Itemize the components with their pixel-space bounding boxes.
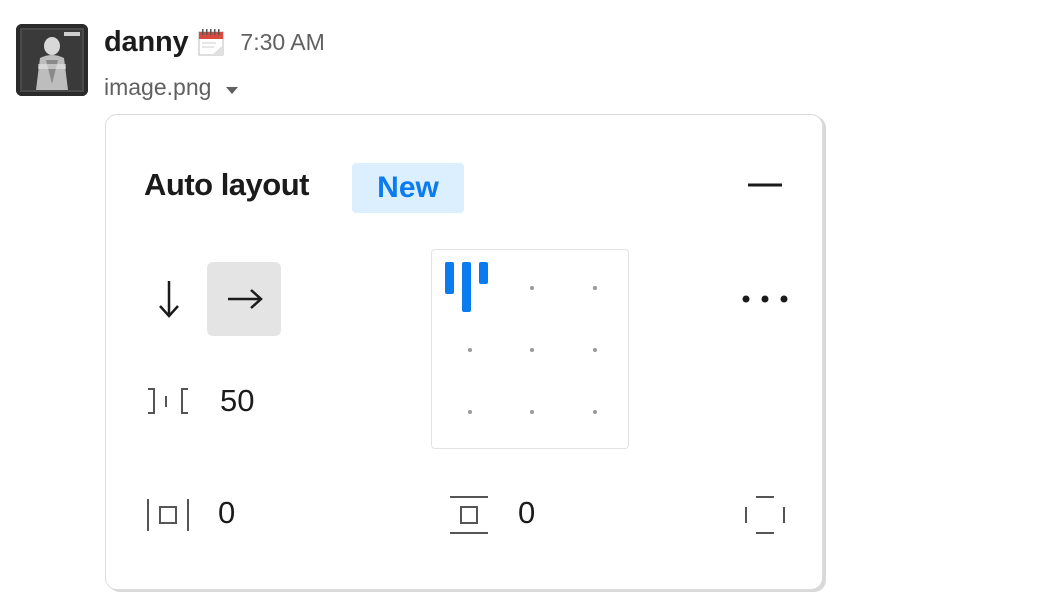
horizontal-padding-icon [144, 495, 192, 535]
panel-title: Auto layout [144, 167, 310, 202]
minus-icon[interactable] [746, 170, 784, 200]
vertical-padding-icon [446, 493, 492, 537]
username[interactable]: danny [104, 26, 189, 59]
new-badge: New [352, 163, 464, 213]
spacing-between-value[interactable]: 50 [220, 383, 254, 419]
horizontal-padding-value[interactable]: 0 [218, 495, 235, 531]
align-bar-middle [462, 262, 471, 312]
spacing-between-icon [144, 381, 194, 421]
vertical-padding-value[interactable]: 0 [518, 495, 535, 531]
direction-horizontal-button[interactable] [207, 262, 281, 336]
arrow-right-icon [228, 289, 263, 309]
attachment-name[interactable]: image.png [104, 74, 211, 101]
slack-message: danny 7:30 AM image.png Auto layout New … [0, 0, 1044, 600]
calendar-spiral-icon [198, 27, 226, 57]
timestamp[interactable]: 7:30 AM [240, 29, 324, 56]
individual-padding-icon[interactable] [742, 493, 788, 537]
arrow-down-icon[interactable] [150, 277, 188, 321]
message-header: danny 7:30 AM [104, 20, 325, 64]
chevron-down-icon[interactable] [225, 82, 239, 94]
image-preview[interactable]: Auto layout New 50 0 0 [105, 114, 823, 590]
attachment-header: image.png [104, 70, 239, 104]
avatar-photo [16, 24, 88, 96]
avatar[interactable] [16, 24, 88, 96]
align-bar-right [479, 262, 488, 284]
alignment-grid[interactable] [431, 249, 629, 449]
align-bar-left [445, 262, 454, 294]
more-options-icon[interactable] [738, 287, 792, 311]
